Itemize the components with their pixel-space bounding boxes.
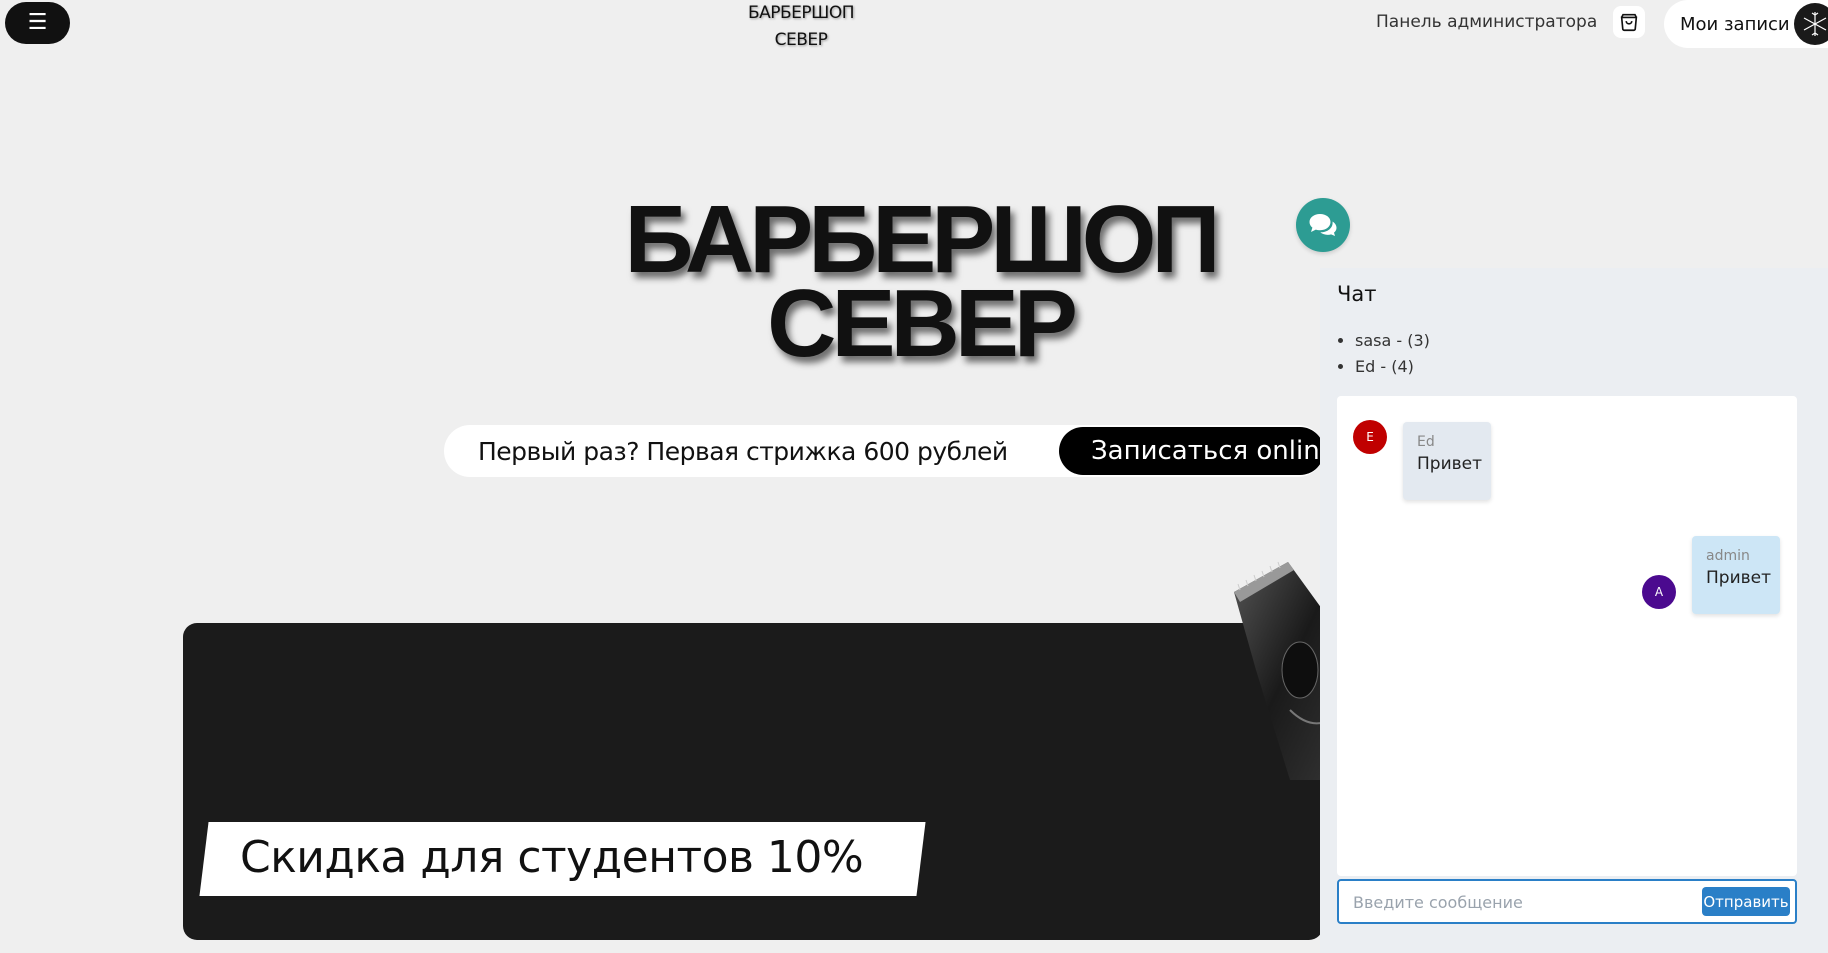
message-author: admin [1706,548,1750,564]
hamburger-icon: ☰ [27,10,48,35]
shopping-bag-icon [1620,13,1638,32]
discount-text: Скидка для студентов 10% [240,832,864,883]
message-bubble: Ed Привет [1403,422,1491,500]
send-button[interactable]: Отправить [1702,887,1790,916]
logo-line2: СЕВЕР [774,30,828,50]
conversation-item[interactable]: sasa - (3) [1355,328,1430,354]
message-avatar: E [1353,420,1387,454]
chat-toggle-button[interactable] [1296,198,1350,252]
promo-text: Первый раз? Первая стрижка 600 рублей [478,437,1008,466]
chat-input-container: Отправить [1337,879,1797,924]
message-avatar: A [1642,575,1676,609]
message-author: Ed [1417,434,1435,450]
message-text: Привет [1417,454,1483,474]
menu-button[interactable]: ☰ [5,2,70,44]
hero-title: БАРБЕРШОП СЕВЕР [560,192,1280,377]
admin-panel-link[interactable]: Панель администратора [1376,12,1597,32]
user-avatar[interactable] [1794,3,1828,45]
my-records-label: Мои записи [1680,13,1790,35]
chat-title: Чат [1337,282,1377,306]
cart-button[interactable] [1613,6,1645,38]
message-bubble: admin Привет [1692,536,1780,614]
promo-banner: Скидка для студентов 10% [183,623,1323,940]
chat-bubbles-icon [1309,214,1337,236]
hero-title-line2: СЕВЕР [767,270,1078,377]
header-logo[interactable]: БАРБЕРШОП СЕВЕР [740,0,862,54]
conversation-item[interactable]: Ed - (4) [1355,354,1430,380]
message-input[interactable] [1351,888,1695,916]
book-online-button[interactable]: Записаться online [1059,427,1336,475]
snowflake-logo-icon [1803,12,1827,36]
conversation-list: sasa - (3) Ed - (4) [1337,328,1430,380]
chat-panel: Чат sasa - (3) Ed - (4) E Ed Привет A ad… [1320,268,1828,953]
message-text: Привет [1706,568,1772,588]
my-records-button[interactable]: Мои записи [1664,0,1828,48]
promo-bar: Первый раз? Первая стрижка 600 рублей За… [444,425,1336,477]
logo-line1: БАРБЕРШОП [747,3,855,23]
message-area[interactable]: E Ed Привет A admin Привет [1337,396,1797,876]
